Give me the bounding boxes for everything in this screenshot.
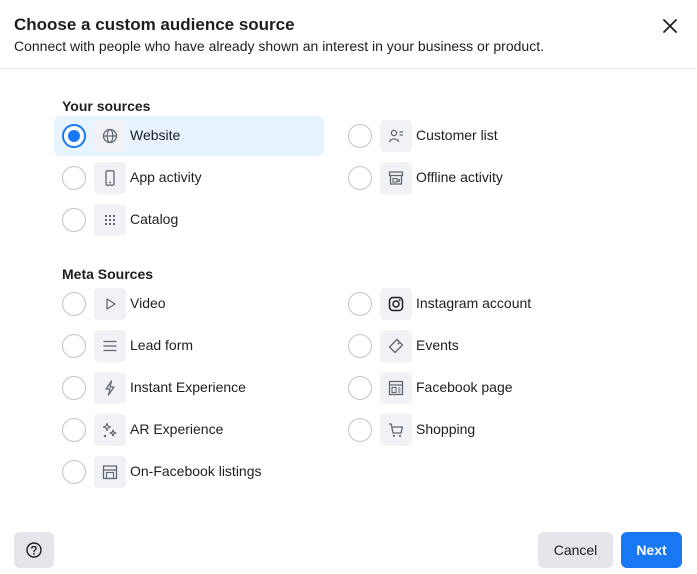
on-facebook-listings-radio[interactable] (62, 460, 86, 484)
option-customer-list[interactable]: Customer list (340, 116, 610, 156)
option-instagram-account[interactable]: Instagram account (340, 284, 610, 324)
ar-experience-label: AR Experience (130, 421, 224, 437)
lines-icon (94, 330, 126, 362)
events-label: Events (416, 337, 459, 353)
help-button[interactable] (14, 532, 54, 568)
ticket-icon (380, 330, 412, 362)
next-button[interactable]: Next (621, 532, 682, 568)
website-radio[interactable] (62, 124, 86, 148)
app-activity-label: App activity (130, 169, 202, 185)
globe-icon (94, 120, 126, 152)
shopping-label: Shopping (416, 421, 476, 437)
option-website[interactable]: Website (54, 116, 324, 156)
option-catalog[interactable]: Catalog (54, 200, 324, 240)
instagram-account-label: Instagram account (416, 295, 532, 311)
events-radio[interactable] (348, 334, 372, 358)
contact-list-icon (380, 120, 412, 152)
lightning-icon (94, 372, 126, 404)
option-events[interactable]: Events (340, 326, 610, 366)
option-ar-experience[interactable]: AR Experience (54, 410, 324, 450)
option-video[interactable]: Video (54, 284, 324, 324)
lead-form-label: Lead form (130, 337, 194, 353)
header-divider (0, 68, 697, 69)
option-facebook-page[interactable]: Facebook page (340, 368, 610, 408)
dialog-title: Choose a custom audience source (14, 15, 295, 34)
page-icon (380, 372, 412, 404)
option-lead-form[interactable]: Lead form (54, 326, 324, 366)
instagram-account-radio[interactable] (348, 292, 372, 316)
dialog-subtitle: Connect with people who have already sho… (14, 38, 544, 54)
customer-list-radio[interactable] (348, 124, 372, 148)
cancel-button[interactable]: Cancel (538, 532, 613, 568)
shop-front-icon (94, 456, 126, 488)
catalog-label: Catalog (130, 211, 179, 227)
option-app-activity[interactable]: App activity (54, 158, 324, 198)
play-icon (94, 288, 126, 320)
option-offline-activity[interactable]: Offline activity (340, 158, 610, 198)
question-circle-icon (26, 542, 42, 558)
close-icon (663, 19, 677, 33)
custom-audience-dialog: Choose a custom audience source Connect … (0, 0, 697, 574)
option-instant-experience[interactable]: Instant Experience (54, 368, 324, 408)
ar-experience-radio[interactable] (62, 418, 86, 442)
on-facebook-listings-label: On-Facebook listings (130, 463, 262, 479)
instagram-icon (380, 288, 412, 320)
your-sources-heading: Your sources (62, 98, 151, 114)
website-label: Website (130, 127, 181, 143)
offline-activity-radio[interactable] (348, 166, 372, 190)
mobile-phone-icon (94, 162, 126, 194)
close-button[interactable] (654, 10, 686, 42)
grid-icon (94, 204, 126, 236)
option-shopping[interactable]: Shopping (340, 410, 610, 450)
offline-activity-label: Offline activity (416, 169, 503, 185)
store-icon (380, 162, 412, 194)
sparkles-icon (94, 414, 126, 446)
instant-experience-label: Instant Experience (130, 379, 246, 395)
cart-icon (380, 414, 412, 446)
customer-list-label: Customer list (416, 127, 498, 143)
shopping-radio[interactable] (348, 418, 372, 442)
video-label: Video (130, 295, 166, 311)
video-radio[interactable] (62, 292, 86, 316)
instant-experience-radio[interactable] (62, 376, 86, 400)
facebook-page-label: Facebook page (416, 379, 513, 395)
facebook-page-radio[interactable] (348, 376, 372, 400)
option-on-facebook-listings[interactable]: On-Facebook listings (54, 452, 324, 492)
app-activity-radio[interactable] (62, 166, 86, 190)
catalog-radio[interactable] (62, 208, 86, 232)
meta-sources-heading: Meta Sources (62, 266, 154, 282)
lead-form-radio[interactable] (62, 334, 86, 358)
